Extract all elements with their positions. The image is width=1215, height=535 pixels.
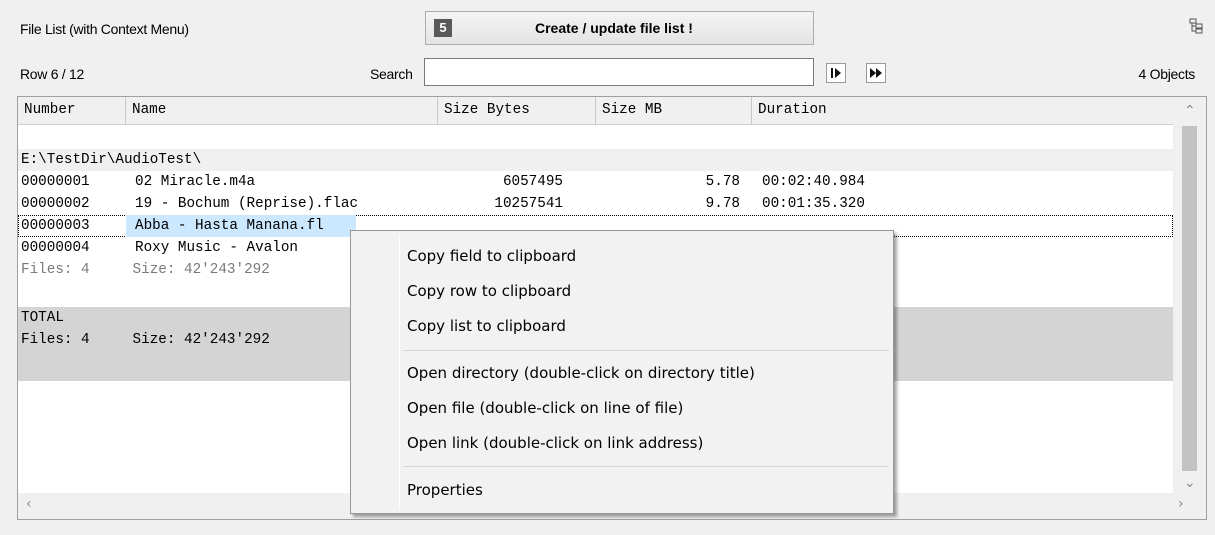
menu-item-open-directory[interactable]: Open directory (double-click on director… [354, 358, 890, 388]
tree-view-icon[interactable] [1188, 18, 1204, 34]
cell-number: 00000001 [21, 174, 90, 190]
column-header-number[interactable]: Number [18, 97, 126, 125]
create-file-list-label: Create / update file list ! [535, 20, 693, 36]
column-header-size-bytes[interactable]: Size Bytes [438, 97, 596, 125]
shortcut-number-badge: 5 [434, 19, 452, 37]
table-row[interactable]: 00000002 19 - Bochum (Reprise).flac 1025… [18, 193, 1173, 215]
cell-size-mb: 9.78 [705, 196, 740, 212]
search-label: Search [370, 66, 413, 82]
column-header-name[interactable]: Name [126, 97, 438, 125]
cell-size-bytes: 10257541 [494, 196, 563, 212]
column-header-size-mb[interactable]: Size MB [596, 97, 752, 125]
menu-separator [403, 350, 889, 351]
column-header-row: Number Name Size Bytes Size MB Duration [18, 97, 1173, 125]
fast-forward-icon[interactable] [866, 63, 886, 83]
cell-name-selected[interactable]: Abba - Hasta Manana.fl [126, 215, 356, 237]
search-input[interactable] [424, 58, 814, 86]
vertical-scrollbar[interactable]: ⌃ ⌄ [1173, 97, 1206, 493]
cell-name: 02 Miracle.m4a [135, 174, 256, 190]
menu-item-copy-list[interactable]: Copy list to clipboard [354, 311, 890, 341]
cell-number: 00000003 [21, 218, 90, 234]
play-next-icon[interactable] [826, 63, 846, 83]
directory-path: E:\TestDir\AudioTest\ [21, 152, 202, 168]
cell-number: 00000002 [21, 196, 90, 212]
cell-duration: 00:02:40.984 [762, 174, 865, 190]
table-row[interactable]: 00000001 02 Miracle.m4a 6057495 5.78 00:… [18, 171, 1173, 193]
subtotal-text: Files: 4 Size: 42'243'292 [21, 262, 270, 278]
menu-item-open-link[interactable]: Open link (double-click on link address) [354, 428, 890, 458]
vertical-scroll-thumb[interactable] [1182, 126, 1197, 471]
menu-item-copy-field[interactable]: Copy field to clipboard [354, 241, 890, 271]
objects-count: 4 Objects [1138, 66, 1196, 82]
column-header-duration[interactable]: Duration [752, 97, 1173, 125]
context-menu: Copy field to clipboard Copy row to clip… [350, 230, 894, 514]
menu-item-copy-row[interactable]: Copy row to clipboard [354, 276, 890, 306]
panel-title: File List (with Context Menu) [20, 21, 189, 37]
cell-duration: 00:01:35.320 [762, 196, 865, 212]
scroll-right-icon[interactable]: › [1178, 496, 1184, 512]
scroll-left-icon[interactable]: ‹ [26, 496, 32, 512]
menu-separator [403, 466, 889, 467]
cell-size-mb: 5.78 [705, 174, 740, 190]
menu-item-open-file[interactable]: Open file (double-click on line of file) [354, 393, 890, 423]
cell-name: 19 - Bochum (Reprise).flac [135, 196, 359, 212]
menu-item-properties[interactable]: Properties [354, 475, 890, 505]
scroll-down-icon[interactable]: ⌄ [1184, 475, 1196, 491]
directory-title-row[interactable]: E:\TestDir\AudioTest\ [18, 149, 1173, 171]
cell-name: Roxy Music - Avalon [135, 240, 299, 256]
create-file-list-button[interactable]: 5 Create / update file list ! [425, 11, 814, 45]
cell-size-bytes: 6057495 [502, 174, 563, 190]
scroll-up-icon[interactable]: ⌃ [1184, 103, 1196, 119]
cell-number: 00000004 [21, 240, 90, 256]
row-status: Row 6 / 12 [20, 66, 84, 82]
total-text: Files: 4 Size: 42'243'292 [21, 332, 270, 348]
total-label: TOTAL [21, 310, 64, 326]
